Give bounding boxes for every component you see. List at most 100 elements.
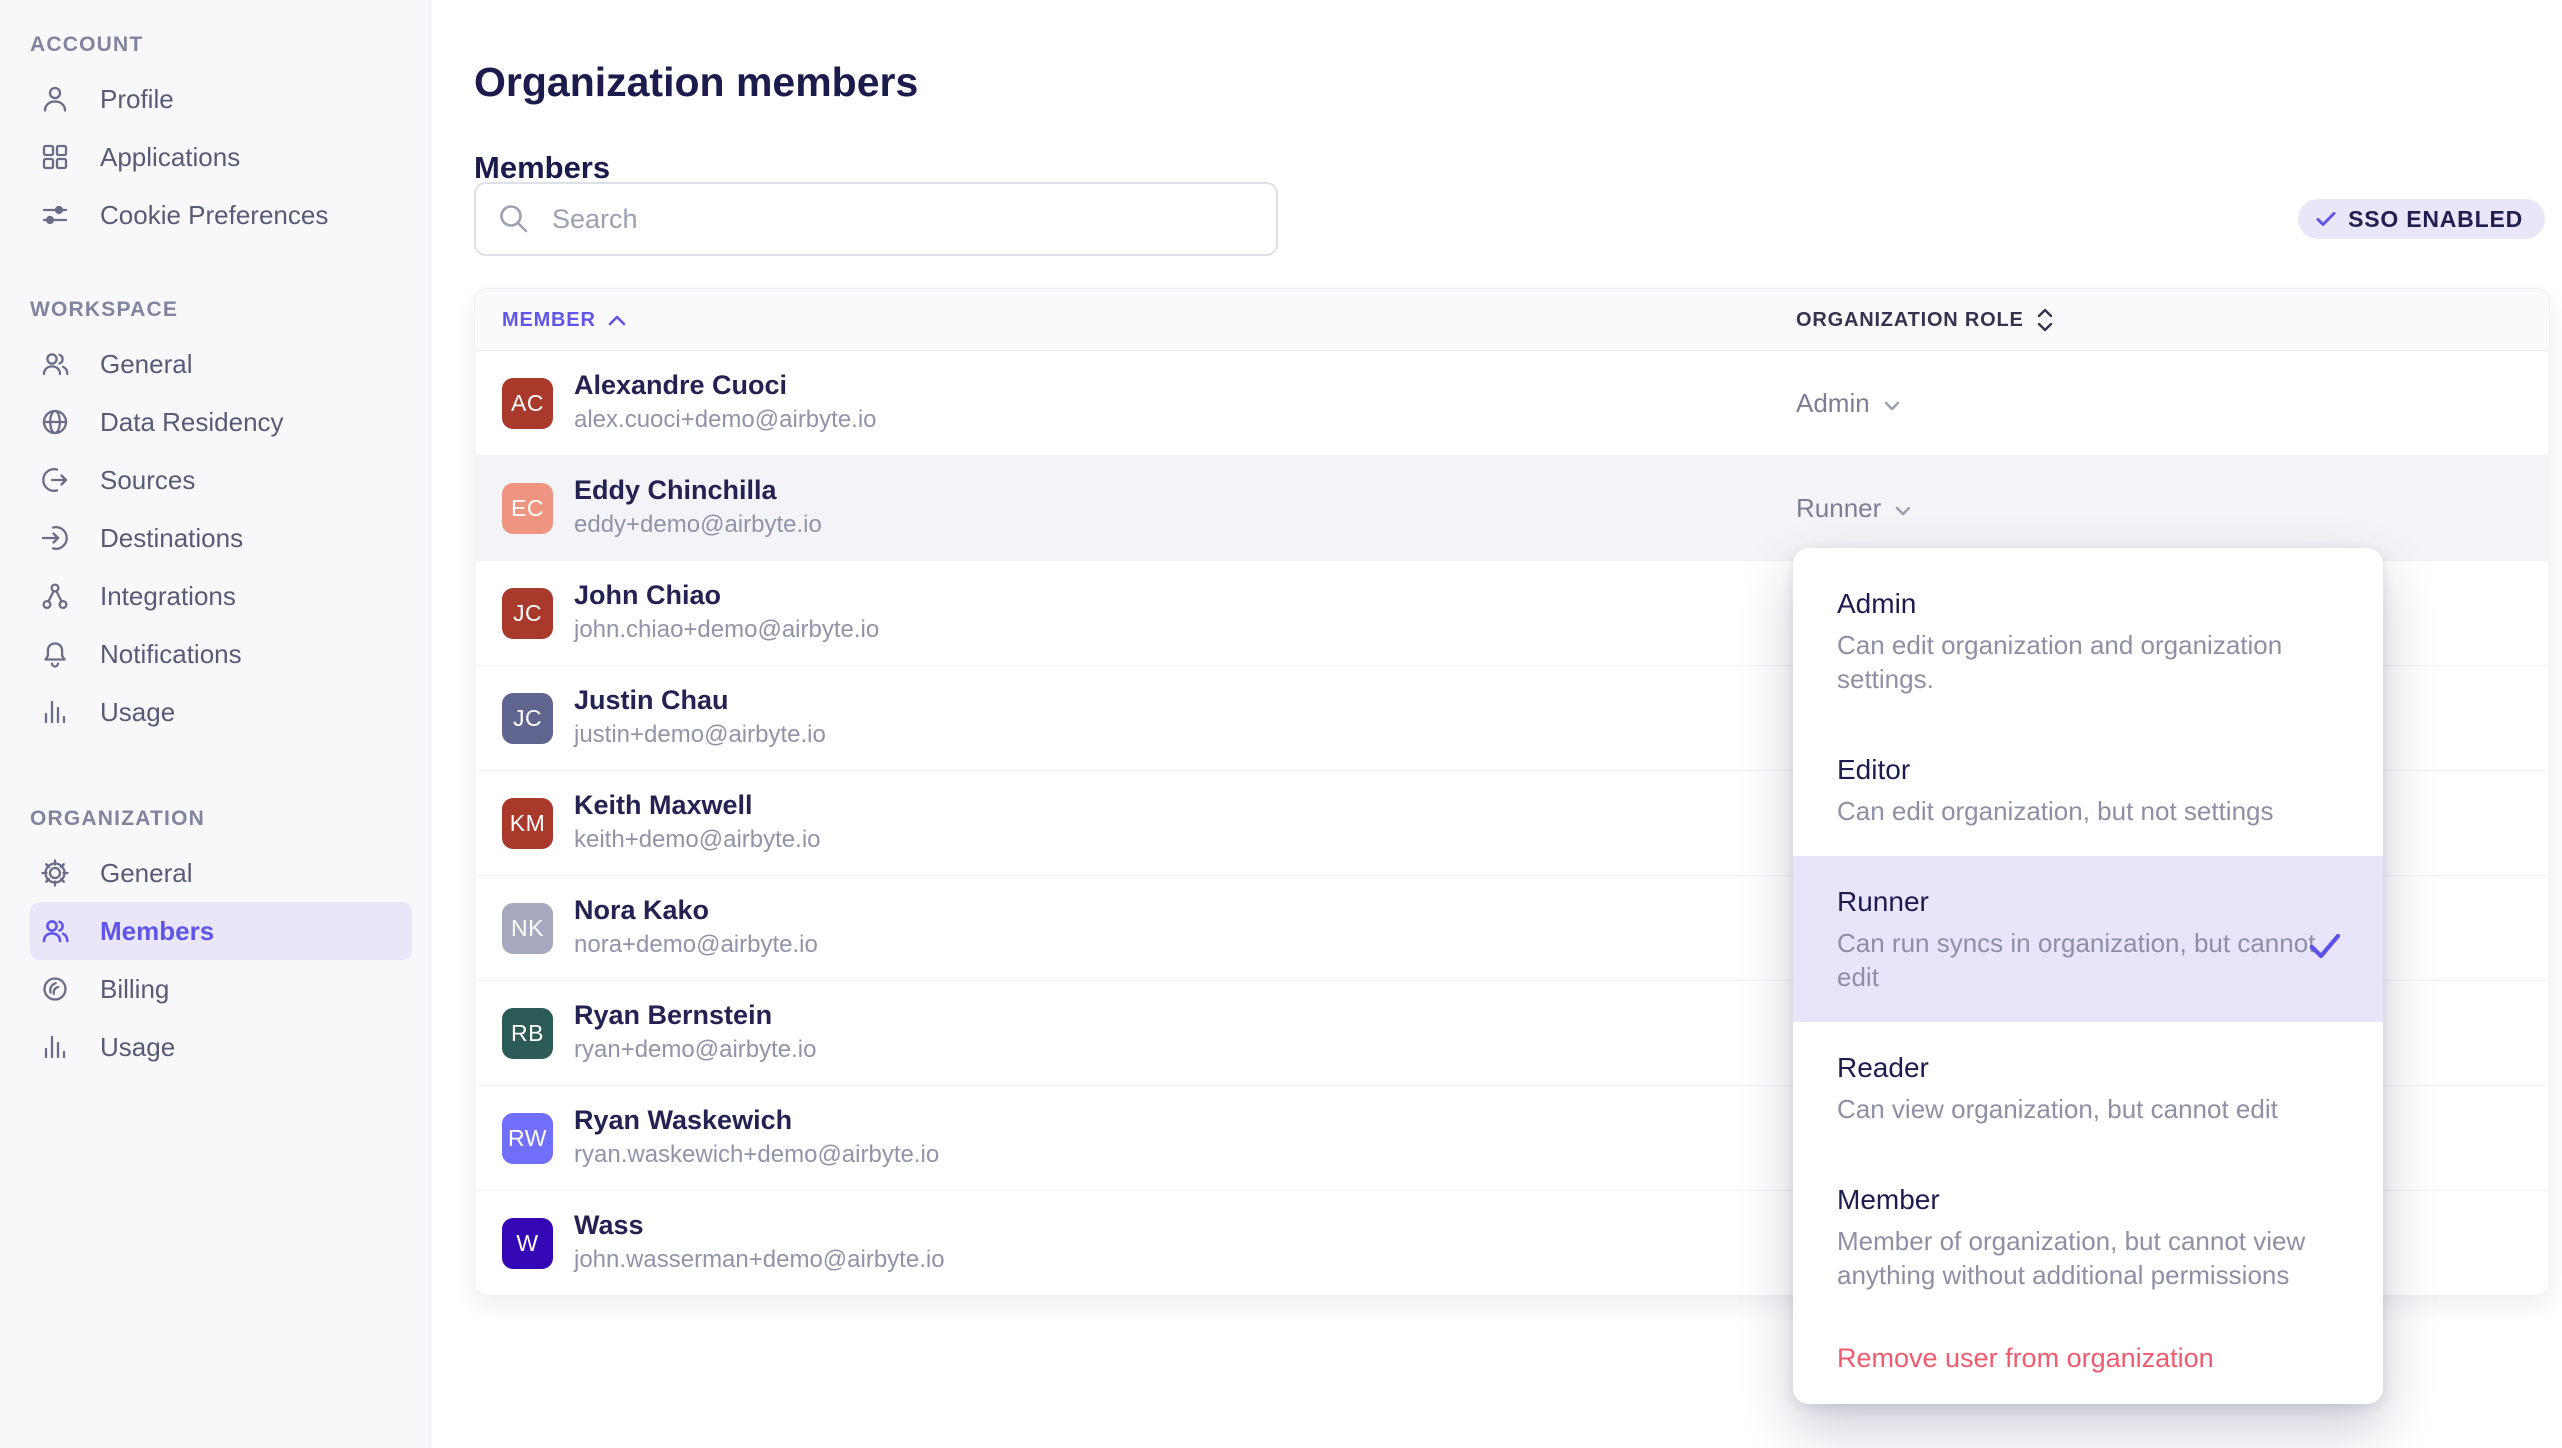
member-email: justin+demo@airbyte.io [574,718,826,752]
sidebar-item-applications[interactable]: Applications [30,128,412,186]
coin-icon [38,972,72,1006]
sidebar-item-data-residency[interactable]: Data Residency [30,393,412,451]
sidebar-item-label: Integrations [100,581,236,612]
sidebar-item-organization-usage[interactable]: Usage [30,1018,412,1076]
sidebar-item-sources[interactable]: Sources [30,451,412,509]
sidebar-item-label: Applications [100,142,240,173]
sidebar-item-label: Usage [100,1032,175,1063]
check-icon [2314,207,2338,231]
sso-badge-label: SSO ENABLED [2348,206,2523,233]
sidebar-item-label: Destinations [100,523,243,554]
sidebar-item-profile[interactable]: Profile [30,70,412,128]
member-email: eddy+demo@airbyte.io [574,508,822,542]
role-option-name: Runner [1837,884,2339,920]
chevron-down-icon [1884,401,1900,411]
role-select[interactable]: Admin [1796,351,1900,456]
search-input[interactable] [550,203,1256,236]
selected-check-icon [2307,928,2343,969]
sidebar-item-label: Billing [100,974,169,1005]
sidebar-item-label: Members [100,916,214,947]
sidebar-item-notifications[interactable]: Notifications [30,625,412,683]
role-option-name: Admin [1837,586,2339,622]
role-option-name: Reader [1837,1050,2339,1086]
bar-chart-icon [38,695,72,729]
grid-icon [38,140,72,174]
sidebar-item-destinations[interactable]: Destinations [30,509,412,567]
column-header-organization-role[interactable]: ORGANIZATION ROLE [1796,289,2054,351]
member-name: Ryan Waskewich [574,1102,939,1138]
avatar: RB [502,1008,553,1059]
user-icon [38,82,72,116]
member-name: Keith Maxwell [574,787,821,823]
column-header-label: MEMBER [502,309,596,332]
role-option-editor[interactable]: Editor Can edit organization, but not se… [1793,724,2383,856]
member-email: ryan.waskewich+demo@airbyte.io [574,1138,939,1172]
role-option-runner-selected[interactable]: Runner Can run syncs in organization, bu… [1793,856,2383,1022]
column-header-label: ORGANIZATION ROLE [1796,309,2024,332]
member-email: nora+demo@airbyte.io [574,928,818,962]
avatar: EC [502,483,553,534]
avatar: RW [502,1113,553,1164]
role-select-open[interactable]: Runner [1796,456,1911,561]
sidebar-item-organization-general[interactable]: General [30,844,412,902]
member-name: Nora Kako [574,892,818,928]
sidebar-item-label: Usage [100,697,175,728]
sidebar-item-label: Data Residency [100,407,284,438]
table-row-highlighted: EC Eddy Chinchillaeddy+demo@airbyte.io R… [475,456,2549,561]
settings-page: ACCOUNT Profile Applications Cookie Pref… [0,0,2562,1448]
sidebar-item-cookie-preferences[interactable]: Cookie Preferences [30,186,412,244]
sidebar-item-members[interactable]: Members [30,902,412,960]
role-option-member[interactable]: Member Member of organization, but canno… [1793,1154,2383,1320]
settings-sidebar: ACCOUNT Profile Applications Cookie Pref… [0,0,431,1448]
member-name: Wass [574,1207,945,1243]
users-icon [38,347,72,381]
arrow-out-circle-icon [38,463,72,497]
column-header-member[interactable]: MEMBER [502,289,626,351]
role-option-reader[interactable]: Reader Can view organization, but cannot… [1793,1022,2383,1154]
sidebar-section-organization: ORGANIZATION [30,804,430,834]
member-email: alex.cuoci+demo@airbyte.io [574,403,877,437]
role-option-description: Can view organization, but cannot edit [1837,1092,2322,1126]
sidebar-section-account: ACCOUNT [30,30,430,60]
sidebar-item-label: Sources [100,465,195,496]
sidebar-item-label: General [100,349,193,380]
member-email: john.wasserman+demo@airbyte.io [574,1243,945,1277]
chevron-down-icon [1895,506,1911,516]
sidebar-section-workspace: WORKSPACE [30,295,430,325]
sidebar-item-label: Notifications [100,639,242,670]
role-option-name: Member [1837,1182,2339,1218]
avatar: NK [502,903,553,954]
avatar: AC [502,378,553,429]
avatar: KM [502,798,553,849]
sidebar-item-workspace-general[interactable]: General [30,335,412,393]
sso-enabled-badge: SSO ENABLED [2298,199,2545,239]
role-option-description: Can edit organization, but not settings [1837,794,2322,828]
role-option-description: Member of organization, but cannot view … [1837,1224,2322,1292]
member-search [474,182,1278,256]
role-dropdown-menu: Admin Can edit organization and organiza… [1793,548,2383,1404]
table-row: AC Alexandre Cuocialex.cuoci+demo@airbyt… [475,351,2549,456]
sidebar-item-workspace-usage[interactable]: Usage [30,683,412,741]
member-email: keith+demo@airbyte.io [574,823,821,857]
sidebar-item-billing[interactable]: Billing [30,960,412,1018]
avatar: JC [502,693,553,744]
role-option-description: Can run syncs in organization, but canno… [1837,926,2322,994]
role-option-name: Editor [1837,752,2339,788]
sidebar-item-label: General [100,858,193,889]
remove-user-link[interactable]: Remove user from organization [1793,1320,2383,1376]
role-value: Runner [1796,493,1881,524]
member-name: Justin Chau [574,682,826,718]
role-value: Admin [1796,388,1870,419]
bar-chart-icon [38,1030,72,1064]
search-icon [496,201,532,237]
table-header-row: MEMBER ORGANIZATION ROLE [475,289,2549,351]
sort-both-icon [2036,308,2054,332]
avatar: W [502,1218,553,1269]
page-title: Organization members [474,59,918,106]
sidebar-item-integrations[interactable]: Integrations [30,567,412,625]
role-option-admin[interactable]: Admin Can edit organization and organiza… [1793,558,2383,724]
sidebar-item-label: Profile [100,84,174,115]
member-name: Eddy Chinchilla [574,472,822,508]
sidebar-item-label: Cookie Preferences [100,200,328,231]
arrow-in-circle-icon [38,521,72,555]
